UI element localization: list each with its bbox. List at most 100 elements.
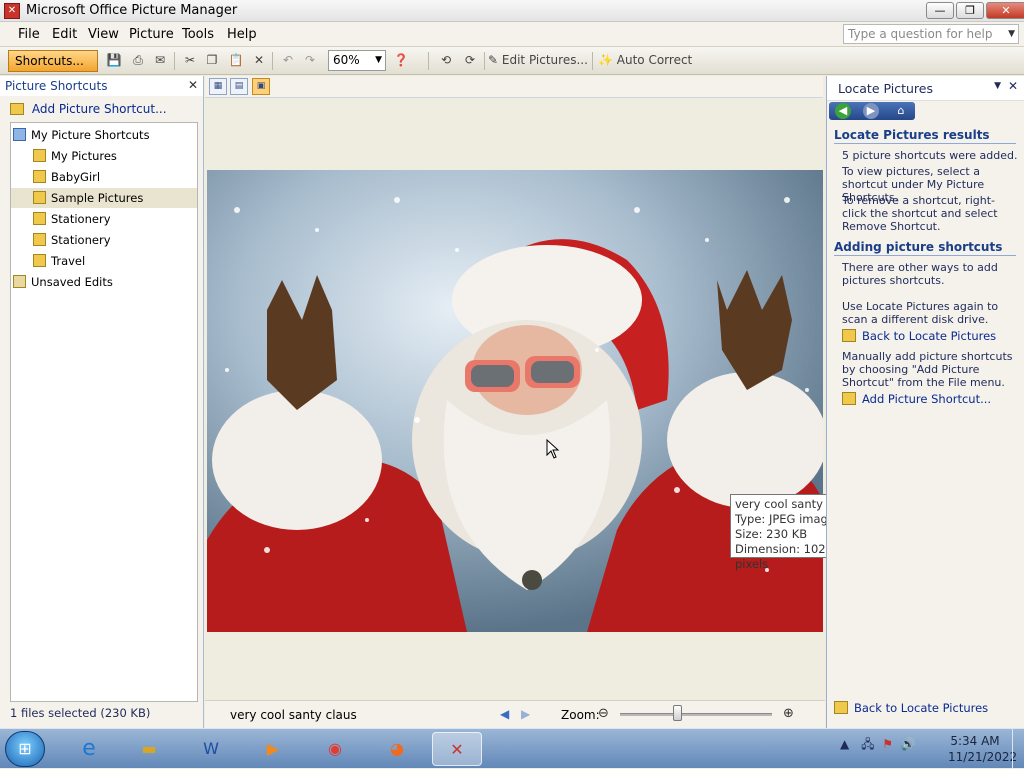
- filmstrip-view-icon[interactable]: ▤: [230, 78, 248, 95]
- clock[interactable]: 5:34 AM 11/21/2022: [948, 733, 1018, 765]
- heading-divider: [834, 143, 1016, 144]
- folder-icon: [33, 170, 46, 183]
- menu-picture[interactable]: Picture: [129, 27, 174, 42]
- internet-explorer-icon[interactable]: e: [64, 732, 114, 766]
- add-picture-shortcut-link[interactable]: Add Picture Shortcut...: [842, 392, 991, 406]
- adding-heading: Adding picture shortcuts: [834, 240, 1003, 254]
- rotate-right-icon[interactable]: ⟳: [460, 51, 480, 71]
- other-ways-text: There are other ways to add pictures sho…: [842, 261, 998, 287]
- close-icon[interactable]: ✕: [188, 78, 198, 92]
- close-icon[interactable]: ✕: [1008, 79, 1018, 93]
- search-folder-icon: [834, 701, 848, 714]
- action-center-icon[interactable]: ⚑: [882, 737, 893, 751]
- maximize-button[interactable]: ❐: [956, 2, 984, 19]
- print-icon[interactable]: ⎙: [128, 51, 148, 71]
- toolbar-separator: [272, 52, 273, 70]
- edit-pictures-button[interactable]: ✎ Edit Pictures...: [488, 51, 588, 71]
- paste-icon[interactable]: 📋: [226, 51, 246, 71]
- tree-node-travel[interactable]: Travel: [31, 251, 195, 271]
- zoom-slider[interactable]: [620, 713, 772, 716]
- pane-header: Picture Shortcuts ✕: [0, 76, 203, 96]
- tree-node-my-picture-shortcuts[interactable]: My Picture Shortcuts: [13, 125, 195, 145]
- previous-picture-icon[interactable]: ◀: [500, 707, 509, 721]
- tree-label: My Picture Shortcuts: [31, 128, 150, 142]
- zoom-select[interactable]: 60% ▼: [328, 50, 386, 71]
- bottom-back-to-locate-link[interactable]: Back to Locate Pictures: [834, 701, 988, 715]
- rotate-left-icon[interactable]: ⟲: [436, 51, 456, 71]
- window-title: Microsoft Office Picture Manager: [26, 3, 238, 18]
- auto-correct-label: Auto Correct: [616, 53, 693, 67]
- folder-icon: [33, 212, 46, 225]
- menu-view[interactable]: View: [88, 27, 119, 42]
- tree-node-stationery[interactable]: Stationery: [31, 230, 195, 250]
- firefox-icon[interactable]: ◕: [372, 732, 422, 766]
- show-desktop-button[interactable]: [1012, 729, 1024, 769]
- folder-icon: [842, 392, 856, 405]
- single-picture-view-icon[interactable]: ▣: [252, 78, 270, 95]
- forward-icon[interactable]: ▶: [863, 103, 879, 119]
- santa-photo[interactable]: [207, 170, 823, 632]
- tree-node-my-pictures[interactable]: My Pictures: [31, 146, 195, 166]
- shortcuts-folder-icon: [13, 128, 26, 141]
- tree-node-unsaved-edits[interactable]: Unsaved Edits: [13, 272, 195, 292]
- help-placeholder: Type a question for help: [848, 27, 993, 41]
- show-hidden-icons-icon[interactable]: ▲: [840, 737, 849, 751]
- add-picture-shortcut-link[interactable]: Add Picture Shortcut...: [10, 102, 167, 116]
- tree-node-sample-pictures[interactable]: Sample Pictures: [11, 188, 197, 208]
- media-player-icon[interactable]: ▶: [248, 732, 298, 766]
- delete-icon[interactable]: ✕: [249, 51, 269, 71]
- view-mode-bar: ▦ ▤ ▣: [205, 76, 823, 98]
- zoom-slider-thumb[interactable]: [673, 705, 683, 721]
- task-pane-title: Locate Pictures: [838, 81, 933, 96]
- shortcuts-button[interactable]: Shortcuts...: [8, 50, 98, 72]
- thumbnail-view-icon[interactable]: ▦: [209, 78, 227, 95]
- mouse-cursor-icon: [546, 438, 560, 459]
- volume-icon[interactable]: 🔊: [901, 737, 916, 751]
- undo-icon[interactable]: ↶: [278, 51, 298, 71]
- minimize-button[interactable]: —: [926, 2, 954, 19]
- chrome-icon[interactable]: ◉: [310, 732, 360, 766]
- tree-label: Travel: [51, 254, 86, 268]
- menu-file[interactable]: File: [18, 27, 40, 42]
- back-icon[interactable]: ◀: [835, 103, 851, 119]
- clock-date: 11/21/2022: [948, 750, 1018, 764]
- auto-correct-button[interactable]: ✨ Auto Correct: [598, 51, 694, 71]
- windows-start-icon[interactable]: ⊞: [5, 731, 45, 767]
- help-icon[interactable]: ❓: [391, 51, 411, 71]
- picture-manager-taskbar-icon[interactable]: ✕: [432, 732, 482, 766]
- back-link-label: Back to Locate Pictures: [862, 329, 997, 343]
- zoom-out-icon[interactable]: ⊖: [598, 706, 609, 721]
- tree-node-stationery[interactable]: Stationery: [31, 209, 195, 229]
- toolbar-separator: [428, 52, 429, 70]
- chevron-down-icon[interactable]: ▼: [1008, 27, 1015, 41]
- mail-icon[interactable]: ✉: [150, 51, 170, 71]
- tree-label: Unsaved Edits: [31, 275, 113, 289]
- current-filename: very cool santy claus: [230, 708, 357, 722]
- next-picture-icon[interactable]: ▶: [521, 707, 530, 721]
- menu-edit[interactable]: Edit: [52, 27, 77, 42]
- copy-icon[interactable]: ❐: [202, 51, 222, 71]
- shortcut-tree[interactable]: My Picture Shortcuts My Pictures BabyGir…: [10, 122, 198, 702]
- tree-node-babygirl[interactable]: BabyGirl: [31, 167, 195, 187]
- back-to-locate-link[interactable]: Back to Locate Pictures: [842, 329, 996, 343]
- file-explorer-icon[interactable]: ▬: [124, 732, 174, 766]
- folder-icon: [10, 103, 24, 115]
- word-icon[interactable]: W: [186, 732, 236, 766]
- zoom-label: Zoom:: [561, 708, 600, 722]
- zoom-in-icon[interactable]: ⊕: [783, 706, 794, 721]
- cut-icon[interactable]: ✂: [180, 51, 200, 71]
- network-icon[interactable]: 🖧: [861, 737, 874, 751]
- scan-text: Use Locate Pictures again to scan a diff…: [842, 300, 999, 326]
- redo-icon[interactable]: ↷: [300, 51, 320, 71]
- chevron-down-icon[interactable]: ▼: [375, 51, 382, 70]
- help-search-input[interactable]: Type a question for help ▼: [843, 24, 1019, 44]
- edit-pictures-icon: ✎: [488, 53, 499, 67]
- close-button[interactable]: ✕: [986, 2, 1024, 19]
- save-icon[interactable]: 💾: [104, 51, 124, 71]
- pane-title: Picture Shortcuts: [5, 79, 108, 93]
- home-icon[interactable]: ⌂: [893, 103, 909, 119]
- menu-tools[interactable]: Tools: [182, 27, 214, 42]
- tree-label: My Pictures: [51, 149, 117, 163]
- chevron-down-icon[interactable]: ▼: [994, 81, 1001, 91]
- menu-help[interactable]: Help: [227, 27, 257, 42]
